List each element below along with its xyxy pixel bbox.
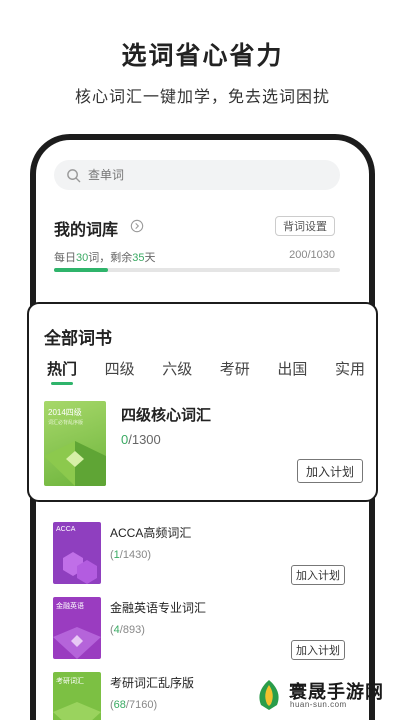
study-settings-button[interactable]: 背词设置 xyxy=(275,216,335,236)
book-name: ACCA高频词汇 xyxy=(110,526,192,540)
learned-count: 68 xyxy=(113,699,126,711)
cover-title: 2014四级 xyxy=(48,408,82,417)
paren-close: ) xyxy=(141,624,145,636)
search-input[interactable] xyxy=(88,168,288,182)
daily-mid: 词，剩余 xyxy=(88,252,133,264)
tab-cet6[interactable]: 六级 xyxy=(162,358,192,385)
watermark-logo-icon xyxy=(259,680,279,710)
all-books-title: 全部词书 xyxy=(44,329,112,348)
watermark-url: huan-sun.com xyxy=(290,700,347,709)
add-to-plan-button[interactable]: 加入计划 xyxy=(291,640,345,660)
book-progress: (68/7160) xyxy=(110,699,157,711)
book-progress: (4/893) xyxy=(110,624,145,636)
chevron-right-circle-icon[interactable] xyxy=(130,219,144,233)
book-name: 四级核心词汇 xyxy=(121,407,212,424)
book-cover: 考研词汇 xyxy=(53,672,101,720)
search-bar[interactable] xyxy=(54,160,340,190)
promo-title: 选词省心省力 xyxy=(121,42,284,70)
days-left: 35 xyxy=(132,252,145,264)
total-count: /1300 xyxy=(128,432,161,447)
daily-suffix: 天 xyxy=(144,252,156,264)
book-progress: 0/1300 xyxy=(121,432,161,447)
total-count: /7160 xyxy=(125,699,154,711)
daily-words: 30 xyxy=(76,252,89,264)
book-category-tabs: 热门 四级 六级 考研 出国 实用 xyxy=(47,358,365,385)
list-item[interactable]: 金融英语 金融英语专业词汇 (4/893) 加入计划 xyxy=(53,597,348,660)
paren-close: ) xyxy=(147,549,151,561)
library-progress-fill xyxy=(54,268,109,272)
tab-postgrad[interactable]: 考研 xyxy=(220,358,250,385)
daily-prefix: 每日 xyxy=(54,252,76,264)
library-progress-bar xyxy=(54,268,340,272)
book-cover: 2014四级 词汇必背乱序版 xyxy=(44,401,106,486)
promo-subtitle: 核心词汇一键加学，免去选词困扰 xyxy=(74,89,330,106)
site-watermark: 寰晟手游网 huan-sun.com xyxy=(249,676,399,714)
all-books-panel: 全部词书 热门 四级 六级 考研 出国 实用 2014四级 词汇必背乱序版 四级… xyxy=(27,302,378,502)
book-name: 金融英语专业词汇 xyxy=(110,601,207,615)
book-cover: 金融英语 xyxy=(53,597,101,659)
book-progress: (1/1430) xyxy=(110,549,151,561)
search-icon xyxy=(67,168,81,182)
total-count: /893 xyxy=(119,624,142,636)
cover-title: 金融英语 xyxy=(56,603,84,610)
cover-title: ACCA xyxy=(56,526,76,533)
tab-abroad[interactable]: 出国 xyxy=(277,358,307,385)
daily-plan-text: 每日30词，剩余35天 xyxy=(54,249,156,265)
add-to-plan-button[interactable]: 加入计划 xyxy=(297,459,363,483)
cover-title: 考研词汇 xyxy=(56,678,84,685)
total-count: /1430 xyxy=(119,549,148,561)
tab-cet4[interactable]: 四级 xyxy=(105,358,135,385)
my-library-title: 我的词库 xyxy=(54,222,119,239)
list-item[interactable]: ACCA ACCA高频词汇 (1/1430) 加入计划 xyxy=(53,522,348,585)
tab-practical[interactable]: 实用 xyxy=(335,358,365,385)
cover-subtitle: 词汇必背乱序版 xyxy=(48,420,84,426)
word-count: 200/1030 xyxy=(289,249,335,261)
book-cover: ACCA xyxy=(53,522,101,584)
book-name: 考研词汇乱序版 xyxy=(110,676,195,690)
paren-close: ) xyxy=(153,699,158,711)
add-to-plan-button[interactable]: 加入计划 xyxy=(291,565,345,585)
featured-book[interactable]: 2014四级 词汇必背乱序版 四级核心词汇 0/1300 加入计划 xyxy=(44,401,364,486)
tab-hot[interactable]: 热门 xyxy=(47,358,77,385)
